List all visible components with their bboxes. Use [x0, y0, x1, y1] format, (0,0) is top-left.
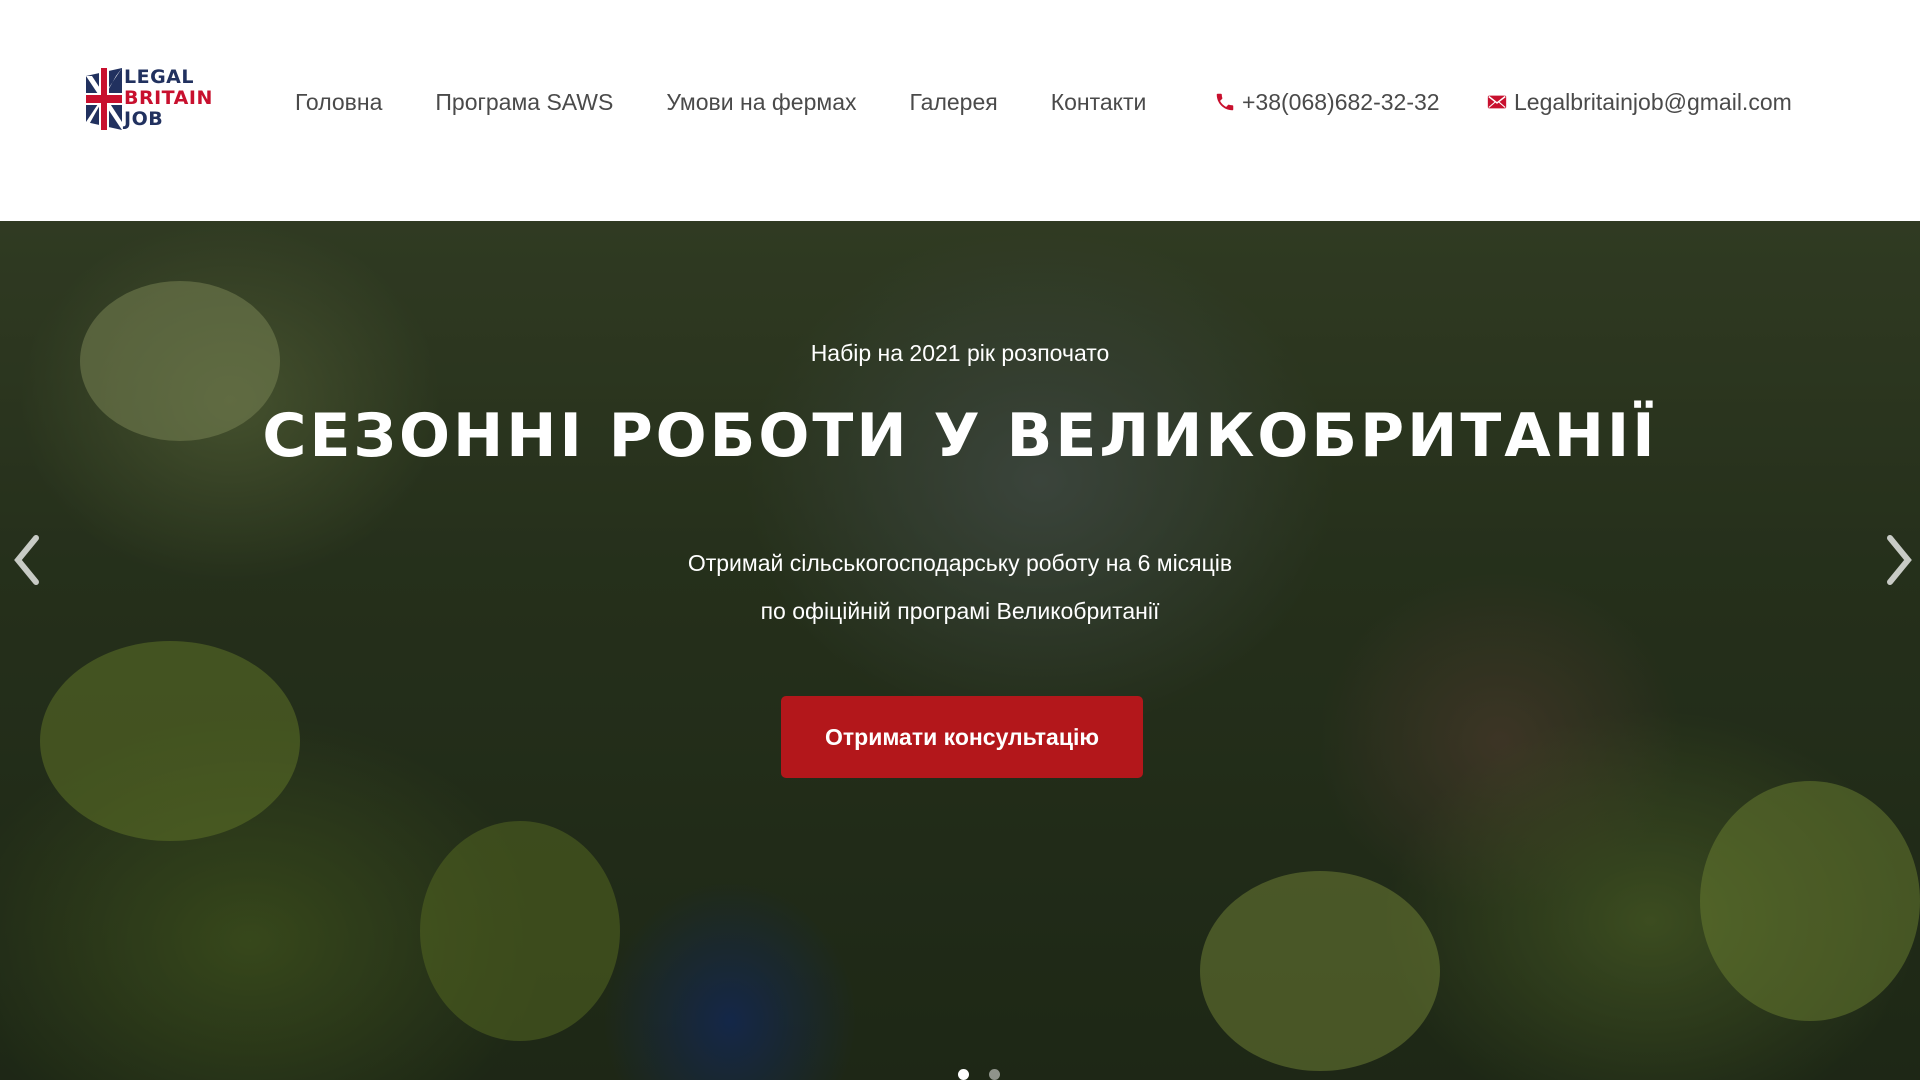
get-consultation-button[interactable]: Отримати консультацію — [781, 696, 1143, 778]
slider-prev-button[interactable] — [8, 530, 48, 590]
slider-next-button[interactable] — [1878, 530, 1918, 590]
hero-title: СЕЗОННІ РОБОТИ У ВЕЛИКОБРИТАНІЇ — [262, 401, 1658, 471]
logo-text: LEGAL BRITAIN JOB — [124, 67, 213, 130]
email-link[interactable]: Legalbritainjob@gmail.com — [1486, 84, 1792, 120]
slider-dot-1[interactable] — [958, 1069, 969, 1080]
chevron-left-icon — [14, 535, 39, 585]
chevron-right-icon — [1887, 535, 1912, 585]
union-jack-flag-icon — [86, 68, 122, 130]
slider-dot-2[interactable] — [989, 1069, 1000, 1080]
logo-line-job: JOB — [124, 108, 164, 130]
email-address: Legalbritainjob@gmail.com — [1514, 88, 1792, 115]
envelope-icon — [1487, 95, 1507, 109]
nav-item-gallery[interactable]: Галерея — [910, 89, 998, 116]
nav-item-saws-program[interactable]: Програма SAWS — [435, 89, 613, 116]
hero-description-line-1: Отримай сільськогосподарську роботу на 6… — [687, 550, 1233, 576]
logo-line-legal: LEGAL — [124, 66, 194, 88]
phone-link[interactable]: +38(068)682-32-32 — [1214, 84, 1440, 120]
hero-description-line-2: по офіційній програмі Великобританії — [760, 598, 1160, 624]
hero-description: Отримай сільськогосподарську роботу на 6… — [0, 539, 1920, 635]
phone-number: +38(068)682-32-32 — [1242, 88, 1440, 115]
site-header: LEGAL BRITAIN JOB Головна Програма SAWS … — [0, 0, 1920, 221]
nav-item-contacts[interactable]: Контакти — [1051, 89, 1147, 116]
nav-item-farm-conditions[interactable]: Умови на фермах — [666, 89, 856, 116]
hero-slider: Набір на 2021 рік розпочато СЕЗОННІ РОБО… — [0, 221, 1920, 1080]
slider-dots — [958, 1069, 1020, 1080]
hero-subtitle: Набір на 2021 рік розпочато — [810, 340, 1110, 366]
main-nav: Головна Програма SAWS Умови на фермах Га… — [295, 84, 1199, 120]
site-logo[interactable]: LEGAL BRITAIN JOB — [86, 64, 216, 136]
nav-item-home[interactable]: Головна — [295, 89, 382, 116]
phone-icon — [1216, 93, 1234, 111]
logo-line-britain: BRITAIN — [124, 87, 213, 109]
